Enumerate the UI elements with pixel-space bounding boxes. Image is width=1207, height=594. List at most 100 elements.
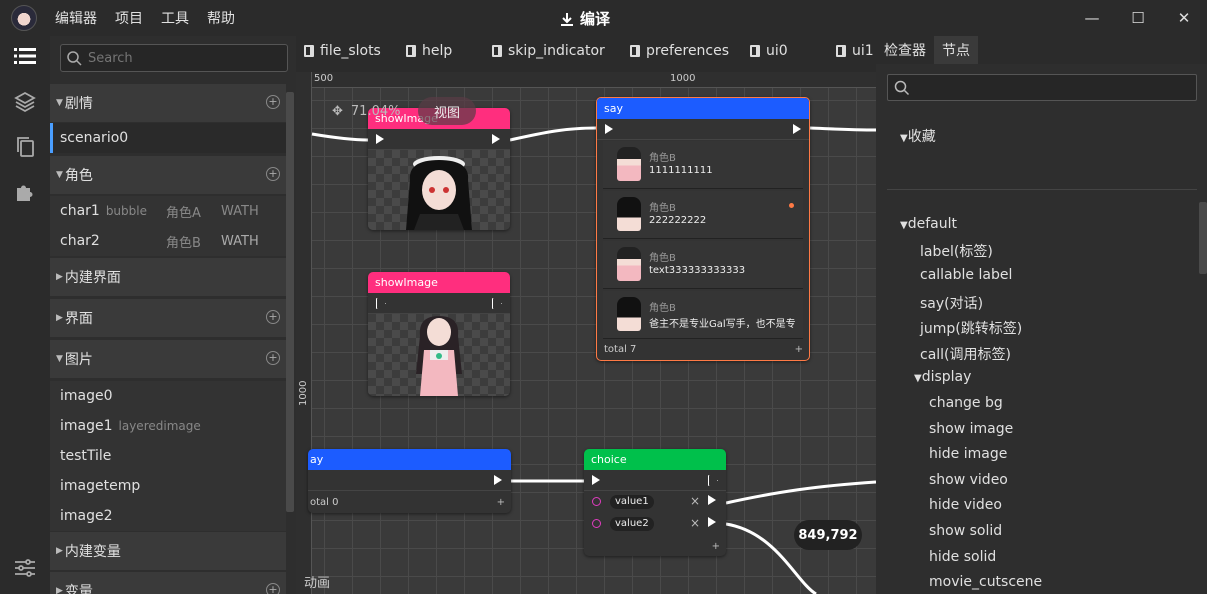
search-icon xyxy=(67,50,82,66)
search-icon xyxy=(894,80,910,96)
section-builtin-vars[interactable]: ▶ 内建变量 xyxy=(50,532,286,570)
section-images[interactable]: ▼ 图片 + xyxy=(50,340,286,378)
image-item[interactable]: imagetemp xyxy=(50,471,286,501)
node-choice[interactable]: choice value1 × value2 × + xyxy=(584,449,726,556)
node-show-image-2[interactable]: showImage xyxy=(368,272,510,396)
add-ui-icon[interactable]: + xyxy=(266,310,280,324)
tab-ui1[interactable]: ui1 xyxy=(836,43,874,59)
tree-display[interactable]: ▼display xyxy=(914,369,971,385)
tree-node-item[interactable]: call(调用标签) xyxy=(920,344,1011,364)
add-row-icon[interactable]: + xyxy=(497,493,505,513)
tree-node-item[interactable]: say(对话) xyxy=(920,293,983,313)
option-output-port-icon[interactable] xyxy=(708,517,716,527)
section-vars[interactable]: ▶ 变量 + xyxy=(50,572,286,594)
node-search[interactable] xyxy=(887,74,1197,101)
section-ui[interactable]: ▶ 界面 + xyxy=(50,299,286,337)
layers-icon[interactable] xyxy=(13,90,37,114)
add-row-icon[interactable]: + xyxy=(795,340,803,360)
document-icon xyxy=(304,45,314,57)
menu-help[interactable]: 帮助 xyxy=(207,8,235,28)
say-row[interactable]: 角色B text333333333333 xyxy=(603,241,803,289)
say-row[interactable]: 角色B 爸主不是专业Gal写手，也不是专 xyxy=(603,291,803,339)
option-port-icon[interactable] xyxy=(592,497,601,506)
sidebar-search[interactable] xyxy=(60,44,288,72)
tree-node-item[interactable]: change bg xyxy=(929,395,1003,411)
option-port-icon[interactable] xyxy=(592,519,601,528)
puzzle-icon[interactable] xyxy=(13,180,37,204)
copy-icon[interactable] xyxy=(13,135,37,159)
minimize-button[interactable]: — xyxy=(1069,0,1115,36)
section-roles[interactable]: ▼ 角色 + xyxy=(50,156,286,194)
option-output-port-icon[interactable] xyxy=(708,495,716,505)
say-row[interactable]: 角色B 1111111111 xyxy=(603,141,803,189)
tree-node-item[interactable]: hide image xyxy=(929,446,1007,462)
tree-node-item[interactable]: show solid xyxy=(929,523,1002,539)
output-port-icon[interactable] xyxy=(708,475,718,486)
role-item-char2[interactable]: char2 角色B WATH xyxy=(50,226,286,256)
node-canvas[interactable]: 500 1000 1000 showImage ✥ 71.04% 视图 show… xyxy=(296,72,876,594)
tab-inspector[interactable]: 检查器 xyxy=(876,36,934,64)
menu-tools[interactable]: 工具 xyxy=(161,8,189,28)
add-story-icon[interactable]: + xyxy=(266,95,280,109)
section-builtin-ui[interactable]: ▶ 内建界面 xyxy=(50,258,286,296)
add-role-icon[interactable]: + xyxy=(266,167,280,181)
tab-ui0[interactable]: ui0 xyxy=(750,43,788,59)
animation-panel-label[interactable]: 动画 xyxy=(304,572,330,591)
add-option-icon[interactable]: + xyxy=(712,541,720,552)
image-item[interactable]: testTile xyxy=(50,441,286,471)
tree-node-item[interactable]: movie_cutscene xyxy=(929,574,1042,590)
tree-node-item[interactable]: jump(跳转标签) xyxy=(920,318,1022,338)
menu-project[interactable]: 项目 xyxy=(115,8,143,28)
tree-node-item[interactable]: show video xyxy=(929,472,1008,488)
tree-node-item[interactable]: hide video xyxy=(929,497,1002,513)
tree-node-item[interactable]: callable label xyxy=(920,267,1012,283)
choice-option[interactable]: value1 xyxy=(610,495,654,509)
role-item-char1[interactable]: char1 bubble 角色A WATH xyxy=(50,196,286,226)
say-row[interactable]: 角色B 222222222 xyxy=(603,191,803,239)
maximize-button[interactable]: ☐ xyxy=(1115,0,1161,36)
input-port-icon[interactable] xyxy=(605,124,613,134)
tree-node-item[interactable]: label(标签) xyxy=(920,241,993,261)
tab-skip-indicator[interactable]: skip_indicator xyxy=(492,43,605,59)
output-port-icon[interactable] xyxy=(793,124,801,134)
choice-option[interactable]: value2 xyxy=(610,517,654,531)
input-port-icon[interactable] xyxy=(376,298,386,309)
remove-option-icon[interactable]: × xyxy=(690,516,700,530)
story-item-scenario0[interactable]: scenario0 xyxy=(50,123,286,153)
tree-default[interactable]: ▼default xyxy=(900,216,957,232)
image-item[interactable]: image0 xyxy=(50,381,286,411)
node-show-image-1[interactable]: showImage xyxy=(368,108,510,230)
tab-help[interactable]: help xyxy=(406,43,452,59)
tab-label: preferences xyxy=(646,43,730,59)
tree-node-item[interactable]: show image xyxy=(929,421,1013,437)
sidebar-search-input[interactable] xyxy=(88,50,268,66)
image-item[interactable]: image1 layeredimage xyxy=(50,411,286,441)
right-panel-scrollbar[interactable] xyxy=(1199,202,1207,274)
node-say-2[interactable]: ay otal 0 + xyxy=(308,449,511,513)
add-image-icon[interactable]: + xyxy=(266,351,280,365)
view-button[interactable]: 视图 xyxy=(418,97,476,125)
output-port-icon[interactable] xyxy=(492,298,502,309)
move-icon[interactable]: ✥ xyxy=(332,104,343,119)
sliders-icon[interactable] xyxy=(13,556,37,580)
output-port-icon[interactable] xyxy=(492,134,500,144)
close-button[interactable]: ✕ xyxy=(1161,0,1207,36)
tree-node-item[interactable]: hide solid xyxy=(929,549,996,565)
compile-button[interactable]: 编译 xyxy=(560,8,610,29)
image-sub: layeredimage xyxy=(118,419,201,433)
tab-file-slots[interactable]: file_slots xyxy=(304,43,381,59)
add-var-icon[interactable]: + xyxy=(266,583,280,594)
section-story[interactable]: ▼ 剧情 + xyxy=(50,84,286,122)
node-say[interactable]: say 角色B 1111111111 角色B 222222222 角色B tex… xyxy=(596,97,810,361)
input-port-icon[interactable] xyxy=(376,134,384,144)
image-item[interactable]: image2 xyxy=(50,501,286,531)
tab-preferences[interactable]: preferences xyxy=(630,43,729,59)
menu-editor[interactable]: 编辑器 xyxy=(55,8,97,28)
output-port-icon[interactable] xyxy=(494,475,502,485)
input-port-icon[interactable] xyxy=(592,475,600,485)
remove-option-icon[interactable]: × xyxy=(690,494,700,508)
sidebar-scrollbar[interactable] xyxy=(286,92,294,512)
tree-favorites[interactable]: ▼收藏 xyxy=(900,126,936,146)
list-icon[interactable] xyxy=(13,44,37,68)
tab-nodes[interactable]: 节点 xyxy=(934,36,978,64)
